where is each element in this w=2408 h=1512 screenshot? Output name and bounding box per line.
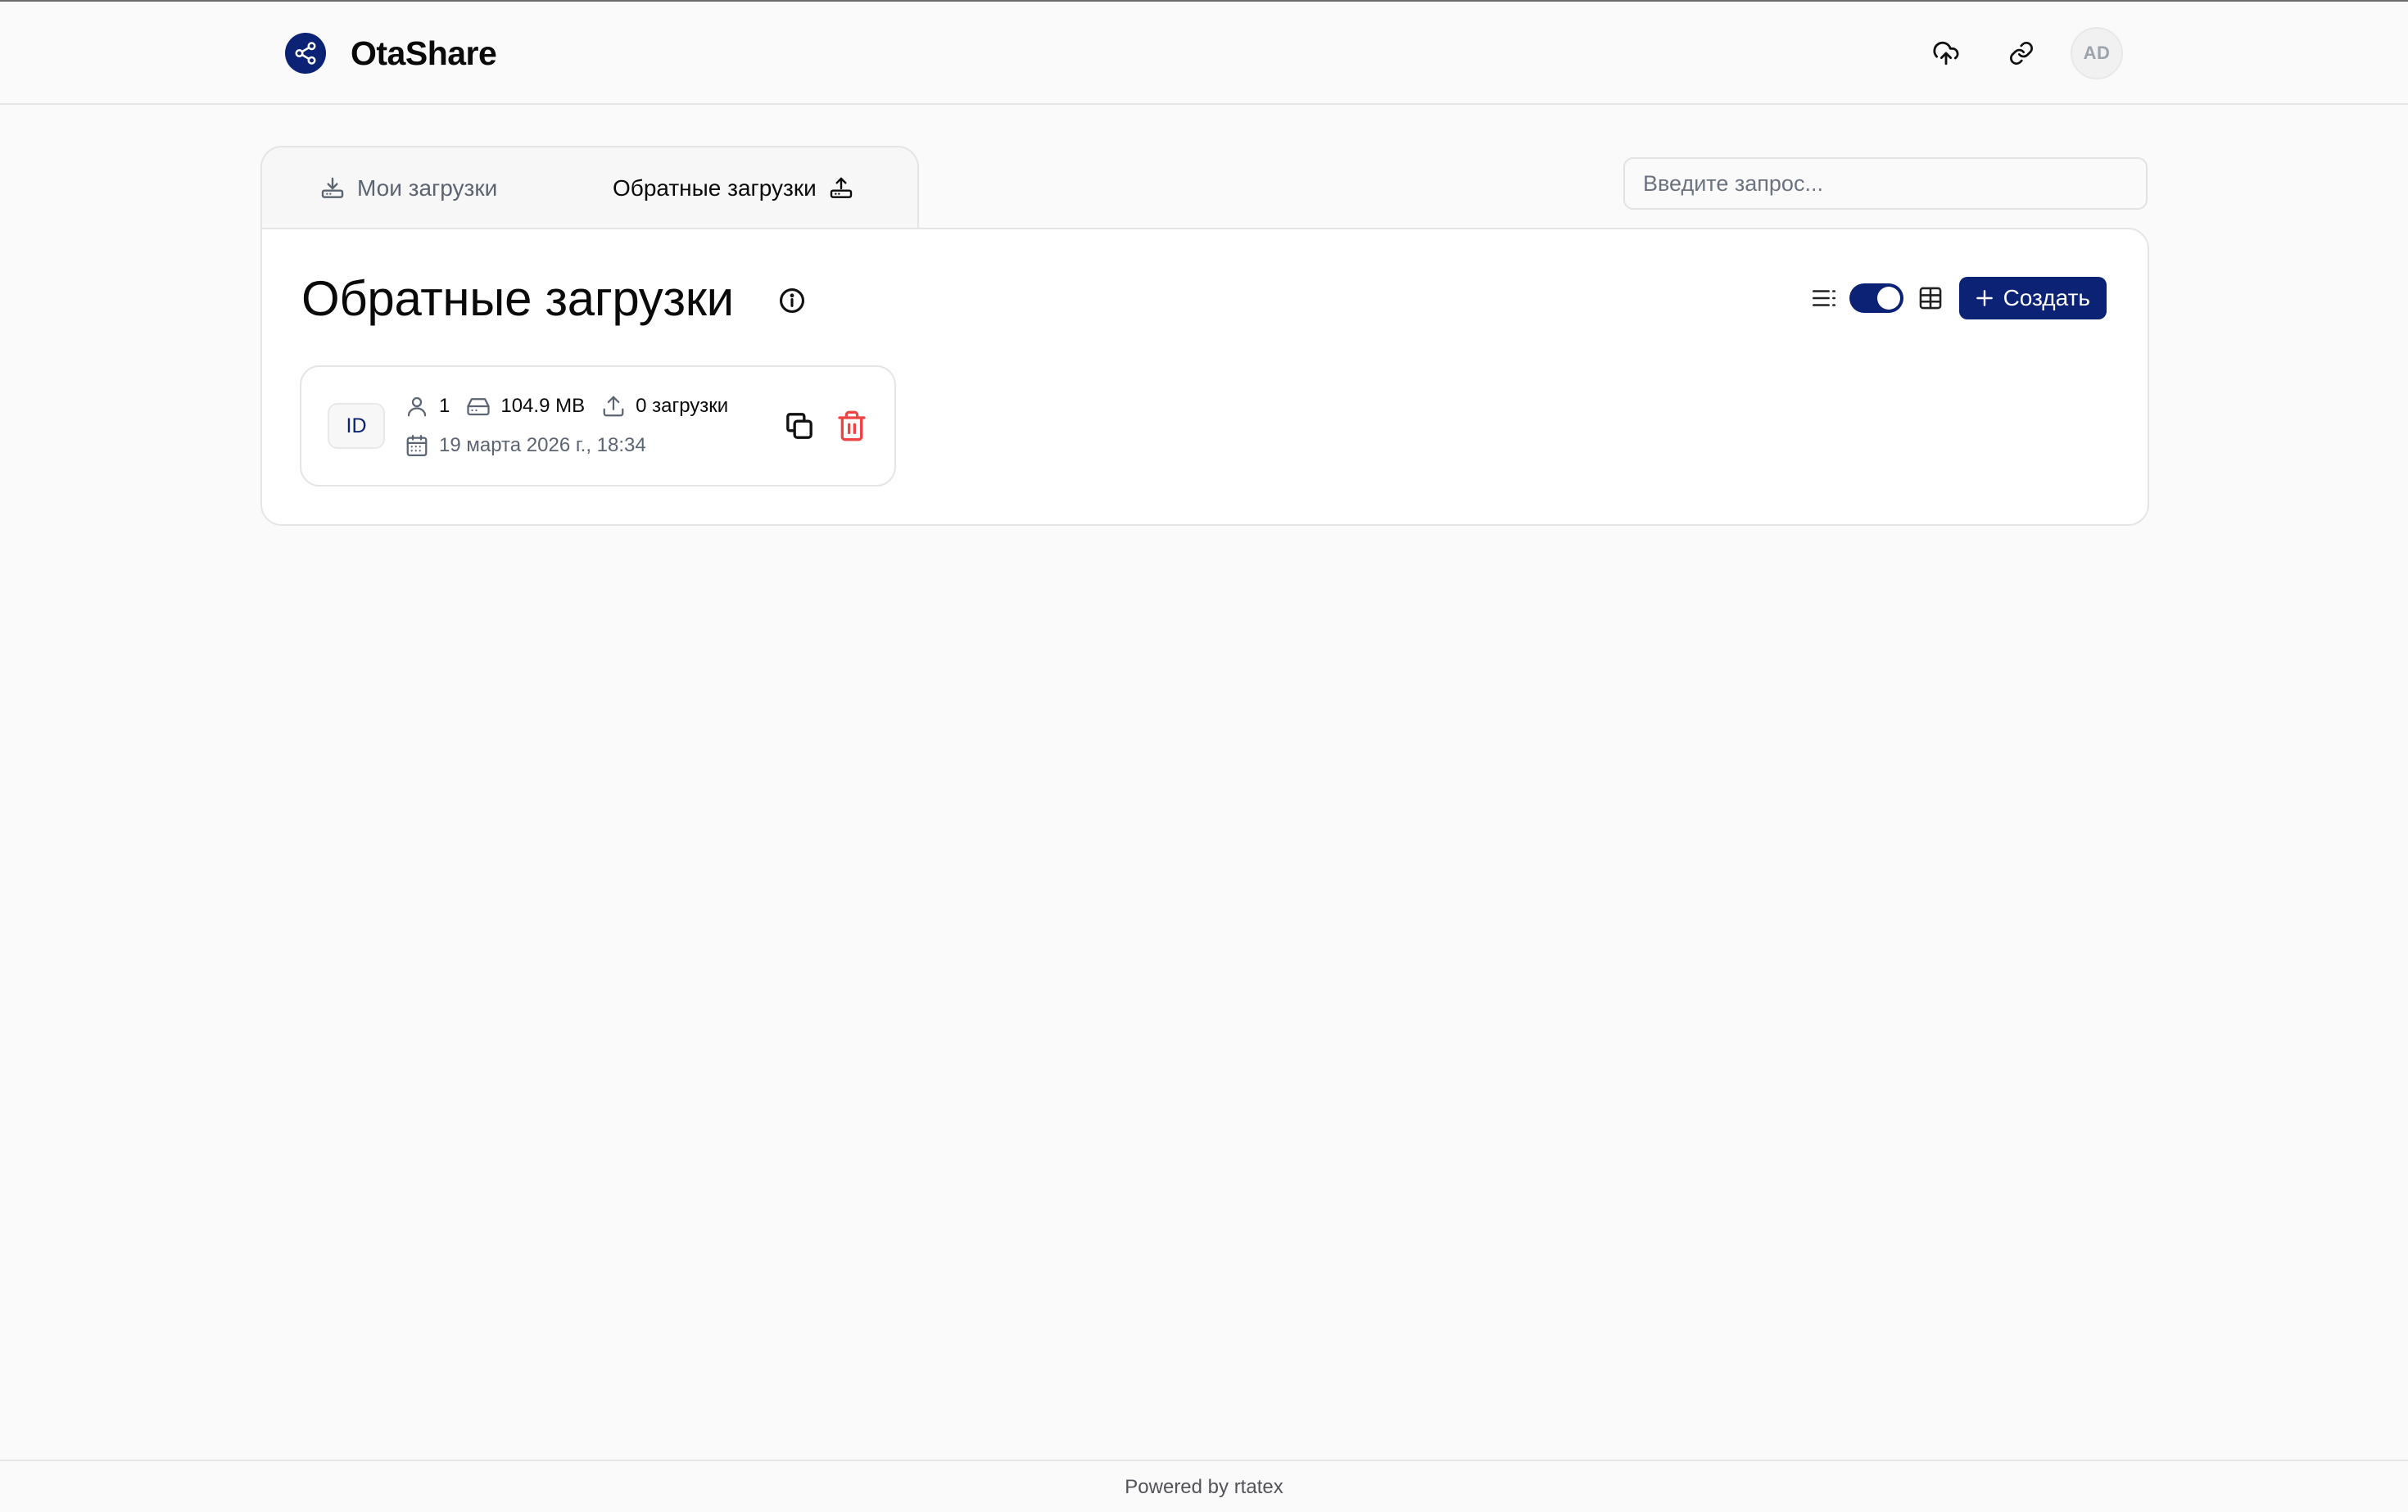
tab-label: Мои загрузки (357, 175, 498, 201)
header-actions: AD (1920, 27, 2123, 79)
tab-label: Обратные загрузки (613, 175, 817, 201)
user-avatar[interactable]: AD (2071, 27, 2123, 79)
hard-drive-icon (467, 398, 490, 416)
upload-tabs: Мои загрузки Обратные загрузки (260, 146, 919, 229)
app-name: OtaShare (351, 34, 497, 72)
tab-my-uploads[interactable]: Мои загрузки (319, 164, 497, 213)
card-stats-row: 1 104.9 MB 0 загрузки (405, 392, 728, 421)
footer: Powered by rtatex (0, 1460, 2408, 1512)
uploads-count: 0 загрузки (636, 395, 729, 417)
info-icon[interactable] (778, 287, 806, 315)
plus-icon (1976, 290, 1993, 306)
copy-icon[interactable] (783, 410, 816, 442)
brand[interactable]: OtaShare (285, 31, 497, 75)
users-count: 1 (439, 395, 450, 417)
tab-reverse-uploads[interactable]: Обратные загрузки (613, 164, 854, 213)
reverse-uploads-panel: Обратные загрузки Создать ID 1 104.9 MB … (260, 228, 2149, 526)
table-view-icon[interactable] (1917, 284, 1944, 312)
app-root: OtaShare AD Мои загрузки Обратные загруз… (0, 0, 2408, 1512)
card-date-row: 19 марта 2026 г., 18:34 (405, 431, 646, 460)
id-badge: ID (328, 403, 385, 449)
size-value: 104.9 MB (500, 395, 586, 417)
created-date: 19 марта 2026 г., 18:34 (439, 434, 646, 456)
upload-tray-icon (830, 177, 852, 198)
create-button[interactable]: Создать (1958, 277, 2107, 319)
search-input[interactable] (1623, 157, 2148, 210)
view-mode-toggle[interactable] (1849, 283, 1903, 313)
upload-icon (603, 396, 624, 417)
reverse-upload-card[interactable]: ID 1 104.9 MB 0 загрузки 19 марта 2026 г… (300, 365, 896, 487)
calendar-icon (406, 435, 428, 456)
link-icon (2010, 42, 2033, 65)
trash-icon[interactable] (835, 410, 868, 442)
top-header: OtaShare AD (0, 2, 2408, 105)
upload-cloud-button[interactable] (1920, 27, 1972, 79)
list-view-icon[interactable] (1810, 284, 1838, 312)
link-button[interactable] (1995, 27, 2048, 79)
share-logo-icon (285, 33, 326, 74)
create-label: Создать (2003, 285, 2090, 310)
download-tray-icon (321, 177, 344, 198)
footer-text: Powered by rtatex (1125, 1476, 1283, 1498)
page-title: Обратные загрузки (301, 271, 734, 326)
toggle-knob (1876, 287, 1900, 310)
user-icon (407, 396, 427, 417)
cloud-upload-icon (1933, 41, 1959, 66)
view-toolbar: Создать (1810, 277, 2107, 319)
